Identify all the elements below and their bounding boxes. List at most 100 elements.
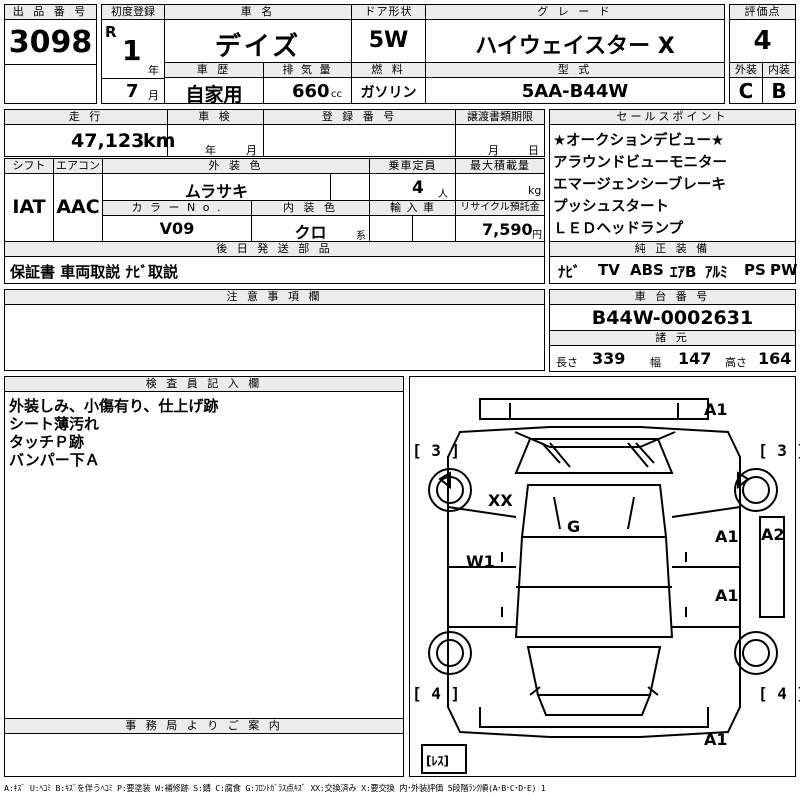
shift: IAT [12,196,46,218]
sales-point-item: アラウンドビューモニター [553,155,727,171]
sales-point-item: エマージェンシーブレーキ [553,177,726,193]
history: 自家用 [185,84,243,106]
spare-tire-label: [ﾚｽ] [426,754,449,768]
genuine-item: ｴｱB [670,263,697,281]
fuel: ガソリン [360,85,417,101]
model-header: 型 式 [425,62,725,78]
sales-point-box: ★オークションデビュー★ アラウンドビューモニター エマージェンシーブレーキ プ… [549,124,796,242]
interior-cell: B [762,77,796,104]
damage-label-right-front-door: A1 [715,527,739,546]
damage-label-rear: A1 [704,730,728,749]
ext-color-blank [330,173,370,201]
notes-header: 注 意 事 項 欄 [4,289,545,305]
interior-header: 内装 [762,62,796,78]
exterior-cell: C [729,77,763,104]
legend: A:ｷｽﾞ U:ﾍｺﾐ B:ｷｽﾞを伴うﾍｺﾐ P:要塗装 W:補修跡 S:錆 … [4,783,546,793]
tire-right-front: [ 3 ] [758,441,800,460]
inspection-header: 車 検 [167,109,264,125]
max-load-unit: kg [528,184,542,197]
capacity-header: 乗車定員 [369,158,456,174]
color-no: V09 [159,219,195,238]
door-cell: 5W [351,19,426,63]
reg-year: 1 [122,34,142,67]
mileage: 47,123 [71,130,145,152]
import-cell-b [412,215,456,242]
interior-score: B [771,79,787,103]
recycle-cell: 7,590 円 [455,215,545,242]
ext-color-cell: ムラサキ [102,173,331,201]
genuine-item: TV [598,261,620,279]
damage-label-left-door: W1 [466,552,495,571]
model: 5AA-B44W [521,81,629,102]
damage-label-right-side: A2 [761,525,785,544]
recycle-unit: 円 [532,230,542,241]
reg-month: 7 [126,81,139,102]
lot-blank [4,64,97,104]
shift-cell: IAT [4,173,54,242]
sales-point-item: ★オークションデビュー★ [553,133,724,149]
transfer-day-unit: 日 [528,144,539,157]
import-cell-a [369,215,413,242]
chassis-no: B44W-0002631 [591,307,754,329]
displacement: 660 [292,81,330,102]
width-label: 幅 [650,356,661,369]
era: R [105,23,117,41]
dims-cell: 長さ 339 幅 147 高さ 164 [549,345,796,372]
inspection-cell: 年 月 [167,124,264,157]
recycle: 7,590 [482,220,533,239]
later-parts-header: 後 日 発 送 部 品 [4,241,545,257]
grade: ハイウェイスター X [475,34,675,59]
history-header: 車 歴 [164,62,264,78]
sales-point-item: プッシュスタート [553,199,669,215]
later-parts-cell: 保証書 車両取説 ﾅﾋﾞ取説 [4,256,545,284]
lot-no: 3098 [8,25,93,60]
int-color-unit: 系 [356,231,366,242]
aircon-cell: AAC [53,173,103,242]
mileage-cell: 47,123 km [4,124,175,157]
ext-color: ムラサキ [184,182,249,201]
displacement-header: 排 気 量 [263,62,352,78]
aircon: AAC [56,196,100,218]
genuine-item: ｱﾙﾐ [705,263,728,281]
wheel-icon [428,468,472,512]
genuine-header: 純 正 装 備 [549,241,796,257]
capacity: 4 [412,178,424,198]
exterior-score: C [738,79,754,103]
first-reg-header: 初度登録 [101,4,165,20]
max-load-header: 最大積載量 [455,158,545,174]
capacity-unit: 人 [438,189,448,200]
transfer-header: 譲渡書類期限 [455,109,545,125]
genuine-cell: ﾅﾋﾞ TV ABS ｴｱB ｱﾙﾐ PS PW [549,256,798,284]
inspector-header: 検 査 員 記 入 欄 [4,376,404,392]
score-cell: 4 [729,19,796,63]
wheel-icon [428,631,472,675]
inspection-year-unit: 年 [205,144,216,157]
fuel-cell: ガソリン [351,77,426,104]
ext-color-header: 外 装 色 [102,158,370,174]
capacity-cell: 4 人 [369,173,456,201]
tire-left-rear: [ 4 ] [412,684,461,703]
later-parts: 保証書 車両取説 ﾅﾋﾞ取説 [10,263,178,281]
score-header: 評価点 [729,4,796,20]
length: 339 [592,349,626,368]
recycle-header: リサイクル預託金 [455,200,545,216]
wheel-icons [421,468,785,774]
transfer-month-unit: 月 [488,144,499,157]
aircon-header: エアコン [53,158,103,174]
damage-label-glass: G [567,517,581,536]
import-header: 輸 入 車 [369,200,456,216]
displacement-cell: 660 cc [263,77,352,104]
sales-point-item: ＬＥＤヘッドランプ [553,221,684,237]
damage-label-left-fender: XX [488,491,513,510]
damage-label-front: A1 [704,400,728,419]
tire-right-rear: [ 4 ] [758,684,800,703]
tire-left-front: [ 3 ] [412,441,461,460]
car-name: デイズ [214,32,302,62]
transfer-cell: 月 日 [455,124,545,157]
dims-header: 諸 元 [549,330,796,346]
sales-point-header: セールスポイント [549,109,796,125]
grade-header: グ レ ー ド [425,4,725,20]
office-box [4,733,404,777]
first-reg-month-cell: 7 月 [101,78,165,104]
model-cell: 5AA-B44W [425,77,725,104]
